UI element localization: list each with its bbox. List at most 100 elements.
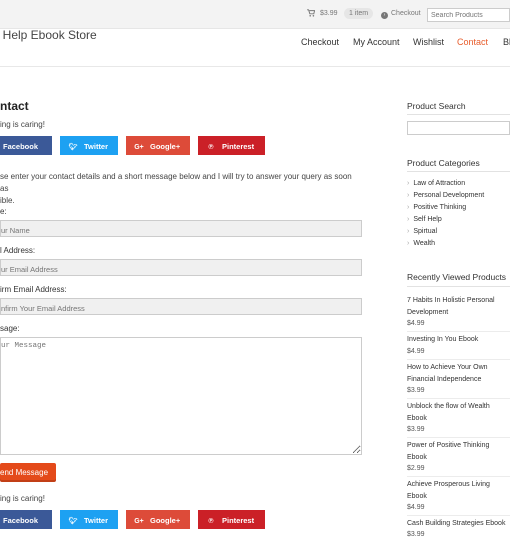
facebook-label: Facebook — [3, 516, 39, 525]
share-googleplus-button[interactable]: G+ Google+ — [126, 136, 190, 155]
category-label: Personal Development — [413, 192, 485, 199]
category-self-help[interactable]: › Self Help — [407, 216, 442, 223]
product-name-line: Cash Building Strategies Ebook — [407, 520, 506, 527]
product-price: $4.99 — [407, 504, 425, 511]
category-label: Wealth — [413, 240, 436, 247]
product-price: $4.99 — [407, 320, 425, 327]
send-message-label: end Message — [0, 468, 49, 477]
sharing-text-bottom: ing is caring! — [0, 494, 45, 503]
googleplus-icon: G+ — [134, 144, 144, 151]
twitter-label: Twitter — [84, 516, 109, 525]
category-wealth[interactable]: › Wealth — [407, 240, 435, 247]
share-pinterest-button-bottom[interactable]: ℗ Pinterest — [198, 510, 265, 529]
twitter-icon: 🐦︎ — [68, 518, 78, 525]
intro-line-2: ible. — [0, 196, 15, 205]
page-title: ntact — [0, 99, 29, 113]
cart-total[interactable]: $3.99 — [320, 10, 338, 17]
product-price: $3.99 — [407, 387, 425, 394]
category-spirtual[interactable]: › Spirtual — [407, 228, 437, 235]
sidebar-search-input[interactable] — [407, 121, 510, 135]
googleplus-label: Google+ — [150, 516, 181, 525]
share-twitter-button-bottom[interactable]: 🐦︎ Twitter — [60, 510, 118, 529]
nav-my-account[interactable]: My Account — [353, 37, 400, 47]
confirm-email-field[interactable] — [0, 298, 362, 315]
nav-checkout[interactable]: Checkout — [301, 37, 339, 47]
name-label: e: — [0, 207, 7, 216]
product-name-line: Ebook — [407, 493, 427, 500]
recent-product-link[interactable]: Investing In You Ebook — [407, 334, 507, 346]
product-search-title: Product Search — [407, 101, 466, 111]
product-divider — [407, 359, 510, 360]
recent-product-link[interactable]: Achieve Prosperous Living Ebook — [407, 479, 507, 503]
category-personal-development[interactable]: › Personal Development — [407, 192, 484, 199]
widget-divider — [407, 171, 510, 172]
product-price: $3.99 — [407, 531, 425, 538]
nav-blog[interactable]: Bl — [503, 37, 510, 47]
widget-divider — [407, 114, 510, 115]
product-name-line: Ebook — [407, 415, 427, 422]
product-search-input[interactable] — [427, 8, 510, 22]
share-facebook-button[interactable]: Facebook — [0, 136, 52, 155]
product-name-line: Development — [407, 309, 449, 316]
product-divider — [407, 398, 510, 399]
info-circle-icon: › — [381, 12, 388, 19]
recent-product-link[interactable]: Unblock the flow of Wealth Ebook — [407, 401, 507, 425]
product-name-line: How to Achieve Your Own — [407, 364, 488, 371]
email-field[interactable] — [0, 259, 362, 276]
top-checkout-link[interactable]: › Checkout — [381, 10, 421, 19]
category-law-of-attraction[interactable]: › Law of Attraction — [407, 180, 465, 187]
chevron-right-icon: › — [407, 192, 410, 199]
category-label: Law of Attraction — [413, 180, 466, 187]
confirm-email-label: irm Email Address: — [0, 285, 67, 294]
sharing-text: ing is caring! — [0, 120, 45, 129]
intro-line-1: se enter your contact details and a shor… — [0, 172, 352, 193]
facebook-label: Facebook — [3, 142, 39, 151]
share-googleplus-button-bottom[interactable]: G+ Google+ — [126, 510, 190, 529]
site-title[interactable]: f Help Ebook Store — [0, 28, 97, 42]
message-field[interactable] — [0, 337, 362, 455]
recently-viewed-title: Recently Viewed Products — [407, 272, 507, 282]
category-label: Positive Thinking — [413, 204, 467, 211]
name-field[interactable] — [0, 220, 362, 237]
pinterest-label: Pinterest — [222, 142, 255, 151]
recent-product-link[interactable]: How to Achieve Your Own Financial Indepe… — [407, 362, 507, 386]
product-divider — [407, 515, 510, 516]
googleplus-icon: G+ — [134, 518, 144, 525]
send-message-button[interactable]: end Message — [0, 463, 56, 482]
nav-contact[interactable]: Contact — [457, 37, 488, 47]
chevron-right-icon: › — [407, 204, 410, 211]
product-name-line: 7 Habits In Holistic Personal — [407, 297, 495, 304]
pinterest-label: Pinterest — [222, 516, 255, 525]
share-twitter-button[interactable]: 🐦︎ Twitter — [60, 136, 118, 155]
chevron-right-icon: › — [407, 240, 410, 247]
product-price: $4.99 — [407, 348, 425, 355]
recent-product-link[interactable]: Power of Positive Thinking Ebook — [407, 440, 507, 464]
pinterest-icon: ℗ — [208, 144, 214, 151]
product-divider — [407, 437, 510, 438]
share-facebook-button-bottom[interactable]: Facebook — [0, 510, 52, 529]
cart-icon[interactable] — [307, 9, 315, 17]
recent-product-link[interactable]: Cash Building Strategies Ebook — [407, 518, 507, 530]
nav-wishlist[interactable]: Wishlist — [413, 37, 444, 47]
chevron-right-icon: › — [407, 216, 410, 223]
widget-divider — [407, 286, 510, 287]
product-name-line: Achieve Prosperous Living — [407, 481, 490, 488]
category-positive-thinking[interactable]: › Positive Thinking — [407, 204, 466, 211]
product-name-line: Ebook — [407, 454, 427, 461]
twitter-icon: 🐦︎ — [68, 144, 78, 151]
top-checkout-label: Checkout — [391, 10, 421, 17]
product-price: $3.99 — [407, 426, 425, 433]
product-name-line: Investing In You Ebook — [407, 336, 479, 343]
email-label: l Address: — [0, 246, 36, 255]
intro-text: se enter your contact details and a shor… — [0, 171, 360, 207]
share-pinterest-button[interactable]: ℗ Pinterest — [198, 136, 265, 155]
recent-product-link[interactable]: 7 Habits In Holistic Personal Developmen… — [407, 295, 507, 319]
category-label: Self Help — [413, 216, 442, 223]
product-divider — [407, 476, 510, 477]
product-divider — [407, 331, 510, 332]
product-name-line: Unblock the flow of Wealth — [407, 403, 490, 410]
message-label: sage: — [0, 324, 20, 333]
product-categories-title: Product Categories — [407, 158, 480, 168]
category-label: Spirtual — [413, 228, 438, 235]
cart-count-badge[interactable]: 1 item — [344, 8, 374, 19]
